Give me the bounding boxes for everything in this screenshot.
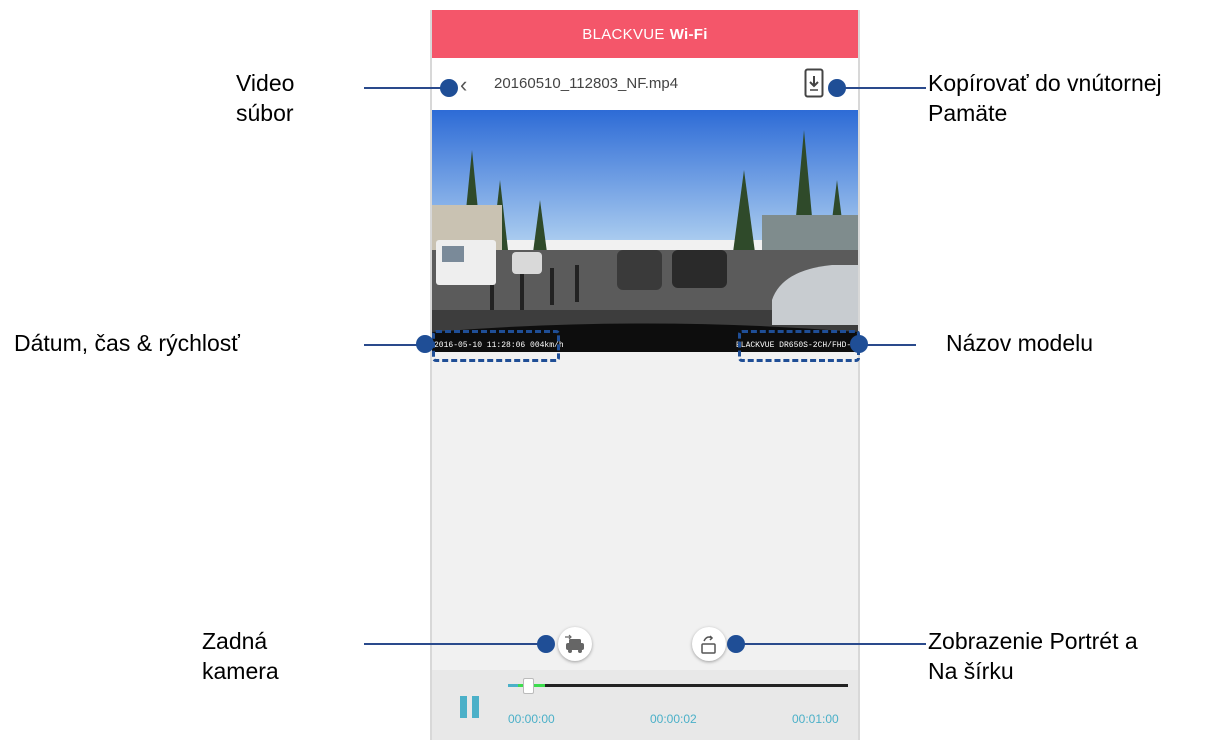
car-swap-icon [565,634,584,653]
chevron-left-icon[interactable]: ‹ [460,72,467,98]
label-video-file-line1: Video [236,70,295,96]
marker-model [850,335,868,353]
app-title-bar: BLACKVUE Wi-Fi [432,10,858,58]
label-orientation-line1: Zobrazenie Portrét a [928,628,1138,654]
seek-knob[interactable] [523,678,535,694]
pause-icon[interactable] [460,696,480,718]
seek-bar[interactable] [508,678,848,694]
label-orientation-line2: Na šírku [928,658,1014,684]
marker-video-file [440,79,458,97]
played-bar [508,684,519,687]
label-rear-line2: kamera [202,658,279,684]
app-brand: BLACKVUE [582,25,665,43]
current-time: 00:00:00 [508,712,555,726]
total-time: 00:01:00 [792,712,839,726]
highlight-datetime [432,330,560,362]
leader-datetime [364,344,424,346]
label-copy: Kopírovať do vnútornej Pamäte [928,68,1162,128]
phone-screen: BLACKVUE Wi-Fi ‹ 20160510_112803_NF.mp4 [430,10,860,740]
file-name: 20160510_112803_NF.mp4 [494,75,679,92]
orientation-button[interactable] [692,627,726,661]
label-orientation: Zobrazenie Portrét a Na šírku [928,626,1138,686]
marker-orientation [727,635,745,653]
rotate-screen-icon [701,635,716,654]
label-copy-line1: Kopírovať do vnútornej [928,70,1162,96]
video-frame [432,110,858,352]
label-video-file-line2: súbor [236,100,294,126]
label-model: Názov modelu [946,330,1094,356]
label-datetime: Dátum, čas & rýchlosť [14,330,240,356]
marker-datetime [416,335,434,353]
marker-rear [537,635,555,653]
leader-video-file [364,87,452,89]
label-rear: Zadná kamera [202,626,279,686]
video-player[interactable]: 2016-05-10 11:28:06 004km/h BLACKVUE DR6… [432,110,858,352]
app-brand-suffix: Wi-Fi [669,25,708,43]
leader-orientation [742,643,926,645]
marker-copy [828,79,846,97]
label-copy-line2: Pamäte [928,100,1008,126]
highlight-model [738,330,860,362]
rear-camera-button[interactable] [558,627,592,661]
label-rear-line1: Zadná [202,628,268,654]
file-header: ‹ 20160510_112803_NF.mp4 [432,58,858,111]
leader-copy [836,87,926,89]
leader-rear [364,643,548,645]
phone-download-icon[interactable] [804,68,824,98]
label-video-file: Video súbor [236,68,294,128]
buffered-time: 00:00:02 [650,712,697,726]
playback-controls: 00:00:00 00:00:02 00:01:00 [432,670,858,740]
